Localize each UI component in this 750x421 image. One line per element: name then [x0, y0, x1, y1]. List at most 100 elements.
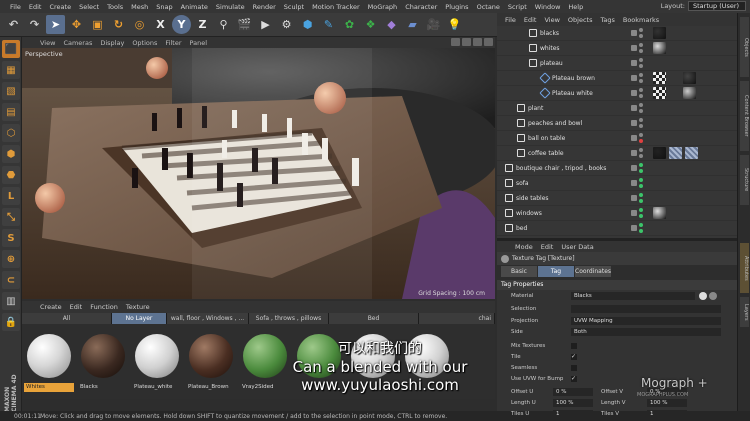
select-arrow-icon[interactable]: ➤ — [46, 15, 65, 34]
length-v-field[interactable]: 100 % — [647, 399, 687, 407]
render-view-icon[interactable]: ▶ — [256, 15, 275, 34]
render-visibility-dot[interactable] — [639, 124, 643, 128]
object-menu-tags[interactable]: Tags — [596, 16, 618, 24]
orbit-icon[interactable] — [473, 38, 482, 46]
viewport-menu-cameras[interactable]: Cameras — [59, 39, 96, 47]
visibility-check-icon[interactable] — [631, 120, 637, 126]
object-row[interactable]: sofa — [497, 176, 737, 191]
material-menu-edit[interactable]: Edit — [66, 303, 87, 311]
light-icon[interactable]: 💡 — [445, 15, 464, 34]
texture-tag-icon[interactable] — [653, 42, 666, 54]
coordinate-system-icon[interactable]: ⚲ — [214, 15, 233, 34]
edges-mode-icon[interactable]: ⬢ — [2, 145, 20, 163]
array-icon[interactable]: ❖ — [361, 15, 380, 34]
attr-tab-coordinates[interactable]: Coordinates — [575, 266, 611, 277]
viewport-menu-filter[interactable]: Filter — [161, 39, 185, 47]
menu-edit[interactable]: Edit — [25, 3, 46, 11]
visibility-check-icon[interactable] — [631, 60, 637, 66]
tab-layers[interactable]: Layers — [740, 297, 749, 327]
tab-attributes[interactable]: Attributes — [740, 243, 749, 293]
menu-snap[interactable]: Snap — [152, 3, 176, 11]
menu-animate[interactable]: Animate — [177, 3, 212, 11]
lock-icon[interactable]: 🔒 — [2, 313, 20, 331]
render-visibility-dot[interactable] — [639, 184, 643, 188]
visibility-check-icon[interactable] — [631, 180, 637, 186]
render-visibility-dot[interactable] — [639, 169, 643, 173]
undo-icon[interactable]: ↶ — [4, 15, 23, 34]
editor-visibility-dot[interactable] — [639, 163, 643, 167]
viewport-menu-options[interactable]: Options — [128, 39, 161, 47]
texture-mode-icon[interactable]: ▧ — [2, 82, 20, 100]
visibility-check-icon[interactable] — [631, 45, 637, 51]
render-visibility-dot[interactable] — [639, 49, 643, 53]
material-tab-wall[interactable]: wall, floor , Windows , ... — [167, 313, 249, 324]
editor-visibility-dot[interactable] — [639, 208, 643, 212]
material-tab-sofa[interactable]: Sofa , throws , pillows — [249, 313, 329, 324]
material-menu-function[interactable]: Function — [86, 303, 122, 311]
render-visibility-dot[interactable] — [639, 229, 643, 233]
viewport-menu-view[interactable]: View — [36, 39, 59, 47]
mix-textures-checkbox[interactable] — [571, 343, 577, 349]
menu-simulate[interactable]: Simulate — [212, 3, 249, 11]
material-menu-texture[interactable]: Texture — [122, 303, 154, 311]
object-menu-view[interactable]: View — [540, 16, 563, 24]
projection-select[interactable]: UVW Mapping — [571, 317, 721, 325]
menu-tools[interactable]: Tools — [103, 3, 127, 11]
attr-menu-user-data[interactable]: User Data — [557, 243, 597, 251]
visibility-check-icon[interactable] — [631, 150, 637, 156]
object-row[interactable]: boutique chair , tripod , books — [497, 161, 737, 176]
visibility-check-icon[interactable] — [631, 135, 637, 141]
tab-structure[interactable]: Structure — [740, 155, 749, 205]
length-u-field[interactable]: 100 % — [553, 399, 593, 407]
editor-visibility-dot[interactable] — [639, 88, 643, 92]
texture-tag-icon[interactable] — [653, 207, 666, 219]
object-row[interactable]: Plateau white — [497, 86, 737, 101]
editor-visibility-dot[interactable] — [639, 148, 643, 152]
visibility-check-icon[interactable] — [631, 105, 637, 111]
menu-sculpt[interactable]: Sculpt — [280, 3, 308, 11]
render-settings-icon[interactable]: ⚙ — [277, 15, 296, 34]
material-tab-no-layer[interactable]: No Layer — [112, 313, 167, 324]
material-tab-bed[interactable]: Bed — [329, 313, 419, 324]
object-row[interactable]: windows — [497, 206, 737, 221]
render-region-icon[interactable]: 🎬 — [235, 15, 254, 34]
menu-render[interactable]: Render — [249, 3, 280, 11]
magnet-icon[interactable]: ⊂ — [2, 271, 20, 289]
points-mode-icon[interactable]: ⬡ — [2, 124, 20, 142]
material-plateau-white[interactable]: Plateau_white — [132, 334, 182, 392]
material-tab-all[interactable]: All — [22, 313, 112, 324]
material-blacks[interactable]: Blacks — [78, 334, 128, 392]
maximize-icon[interactable] — [484, 38, 493, 46]
menu-mograph[interactable]: MoGraph — [364, 3, 402, 11]
render-visibility-dot[interactable] — [639, 109, 643, 113]
camera-icon[interactable]: 🎥 — [424, 15, 443, 34]
cube-icon[interactable]: ⬢ — [298, 15, 317, 34]
texture-tag-icon[interactable] — [653, 72, 666, 84]
rotate-icon[interactable]: ↻ — [109, 15, 128, 34]
visibility-check-icon[interactable] — [631, 165, 637, 171]
object-row[interactable]: plant — [497, 101, 737, 116]
menu-motion-tracker[interactable]: Motion Tracker — [308, 3, 364, 11]
menu-octane[interactable]: Octane — [473, 3, 504, 11]
x-axis-button[interactable]: X — [151, 15, 170, 34]
material-arrow-icon[interactable] — [699, 292, 707, 300]
menu-create[interactable]: Create — [45, 3, 75, 11]
side-select[interactable]: Both — [571, 328, 721, 336]
deformer-icon[interactable]: ◆ — [382, 15, 401, 34]
menu-help[interactable]: Help — [564, 3, 587, 11]
object-row[interactable]: Plateau brown — [497, 71, 737, 86]
axis-icon[interactable]: L — [2, 187, 20, 205]
render-visibility-dot[interactable] — [639, 94, 643, 98]
object-menu-bookmarks[interactable]: Bookmarks — [619, 16, 663, 24]
menu-window[interactable]: Window — [531, 3, 565, 11]
zoom-icon[interactable] — [462, 38, 471, 46]
texture-tag-icon[interactable] — [685, 147, 698, 159]
pan-icon[interactable] — [451, 38, 460, 46]
visibility-check-icon[interactable] — [631, 30, 637, 36]
menu-file[interactable]: File — [6, 3, 25, 11]
viewport-3d[interactable]: Perspective Grid Spacing : 100 cm — [22, 48, 495, 299]
visibility-check-icon[interactable] — [631, 75, 637, 81]
object-menu-edit[interactable]: Edit — [520, 16, 541, 24]
object-row[interactable]: whites — [497, 41, 737, 56]
texture-tag-icon[interactable] — [669, 147, 682, 159]
